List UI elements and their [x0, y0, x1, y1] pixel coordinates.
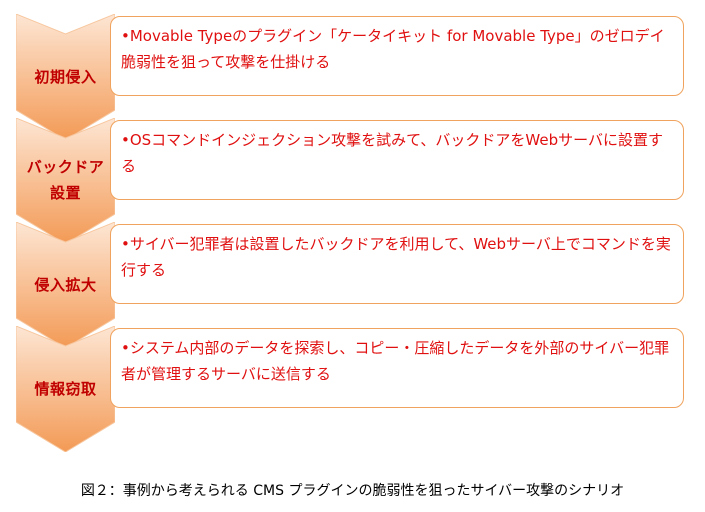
attack-scenario-diagram: 初期侵入 •Movable Typeのプラグイン「ケータイキット for Mov… — [0, 0, 705, 470]
step-description: •OSコマンドインジェクション攻撃を試みて、バックドアをWebサーバに設置する — [121, 131, 663, 175]
step-label: 情報窃取 — [16, 376, 115, 402]
step-label: 侵入拡大 — [16, 272, 115, 298]
step-label-line: 情報窃取 — [34, 380, 97, 398]
step-label-line: 侵入拡大 — [34, 276, 97, 294]
step-description-box: •Movable Typeのプラグイン「ケータイキット for Movable … — [110, 16, 684, 96]
step-description: •サイバー犯罪者は設置したバックドアを利用して、Webサーバ上でコマンドを実行す… — [121, 235, 671, 279]
step-description-box: •システム内部のデータを探索し、コピー・圧縮したデータを外部のサイバー犯罪者が管… — [110, 328, 684, 408]
step-label: 初期侵入 — [16, 64, 115, 90]
step-description-box: •サイバー犯罪者は設置したバックドアを利用して、Webサーバ上でコマンドを実行す… — [110, 224, 684, 304]
step-label: バックドア 設置 — [16, 154, 115, 206]
figure-caption: 図２：事例から考えられる CMS プラグインの脆弱性を狙ったサイバー攻撃のシナリ… — [80, 483, 625, 499]
step-label-line: バックドア — [26, 158, 105, 176]
step-description: •システム内部のデータを探索し、コピー・圧縮したデータを外部のサイバー犯罪者が管… — [121, 339, 670, 383]
step-label-line: 設置 — [49, 184, 81, 202]
step-description-box: •OSコマンドインジェクション攻撃を試みて、バックドアをWebサーバに設置する — [110, 120, 684, 200]
step-label-line: 初期侵入 — [34, 68, 97, 86]
step-description: •Movable Typeのプラグイン「ケータイキット for Movable … — [121, 27, 665, 71]
